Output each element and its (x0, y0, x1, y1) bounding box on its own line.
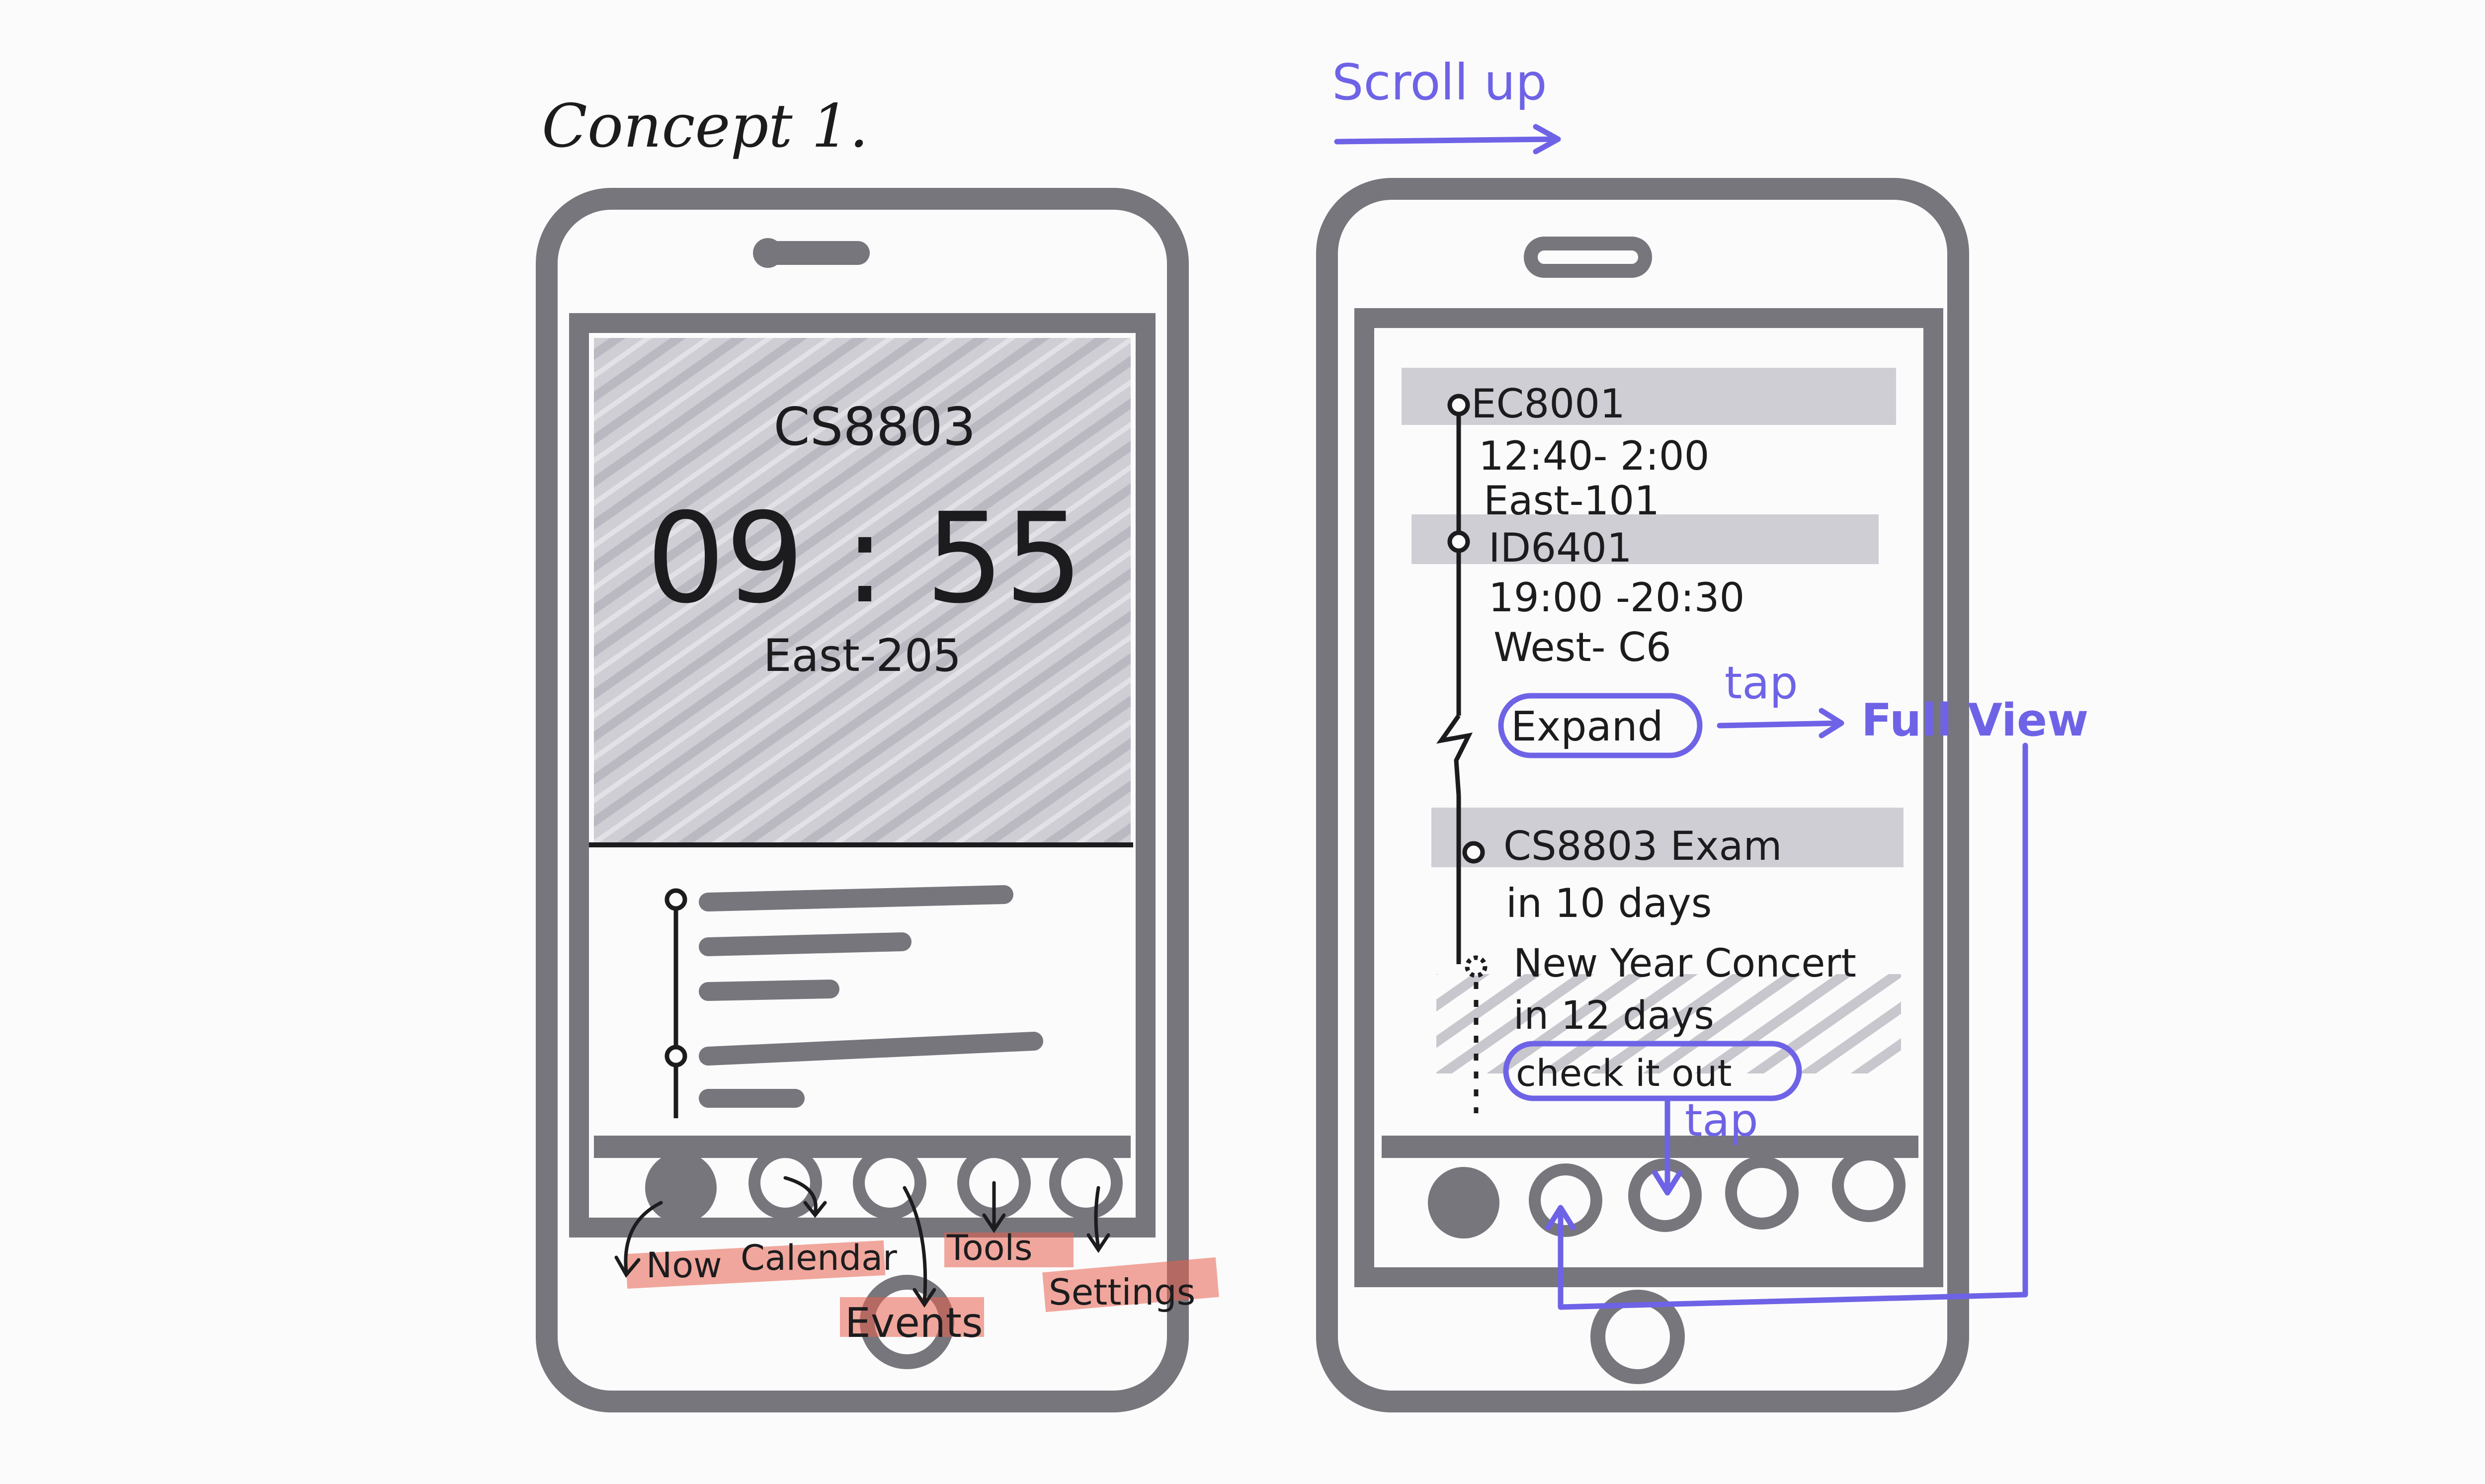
schedule-time: 12:40- 2:00 (1479, 433, 1710, 479)
phone-right: EC8001 12:40- 2:00 East-101 ID6401 19:00… (1316, 178, 1969, 1412)
timeline-node (1465, 955, 1488, 978)
tab-tools[interactable] (1725, 1156, 1799, 1230)
timeline-line (699, 1032, 1043, 1066)
annotations: Scroll up tap Full View tap (1332, 53, 2088, 1310)
tab-label-events: Events (845, 1300, 983, 1347)
tab-settings[interactable] (1832, 1149, 1905, 1222)
tab-label-settings: Settings (1049, 1271, 1195, 1313)
timeline-break (1436, 714, 1473, 796)
schedule-room: East-101 (1484, 478, 1659, 524)
schedule-time: 19:00 -20:30 (1489, 575, 1744, 621)
timeline-node (1447, 530, 1470, 553)
tab-label-now: Now (646, 1245, 722, 1286)
tap-expand-annotation: tap (1725, 657, 1798, 709)
timeline-node (1447, 394, 1470, 416)
timeline-line (699, 932, 911, 956)
tab-calendar[interactable] (1529, 1163, 1602, 1237)
concept-title: Concept 1. (542, 92, 868, 161)
full-view-annotation: Full View (1861, 694, 2088, 746)
scroll-up-annotation: Scroll up (1332, 53, 1547, 111)
tab-label-tools: Tools (946, 1228, 1032, 1268)
tab-bar (645, 1146, 1123, 1224)
expand-arrow (1717, 720, 1842, 729)
schedule-course: EC8001 (1471, 381, 1625, 427)
sketch-canvas: Concept 1. CS8803 09 : 55 East-205 Now C… (536, 53, 2088, 1412)
tab-now[interactable] (645, 1152, 717, 1224)
check-it-out-label: check it out (1516, 1052, 1732, 1095)
scroll-arrow (1334, 136, 1559, 145)
speaker (1524, 237, 1652, 278)
timeline-node (664, 888, 687, 911)
phone-left: CS8803 09 : 55 East-205 Now Calendar Eve… (536, 188, 1219, 1412)
mini-timeline (664, 885, 1043, 1118)
event-title: New Year Concert (1513, 941, 1856, 986)
timeline-line (699, 980, 839, 1001)
timeline-node (664, 1045, 687, 1068)
tap-check-annotation: tap (1685, 1094, 1758, 1147)
tab-settings[interactable] (1049, 1146, 1123, 1220)
event-when: in 12 days (1513, 993, 1714, 1038)
schedule-room: West- C6 (1493, 624, 1671, 670)
home-button[interactable] (1590, 1290, 1685, 1384)
camera-dot (753, 238, 783, 268)
tab-now[interactable] (1428, 1167, 1499, 1238)
tab-label-calendar: Calendar (741, 1237, 897, 1278)
tab-bar-top (1382, 1136, 1918, 1158)
schedule-course: ID6401 (1489, 525, 1632, 571)
timeline-node (1462, 841, 1485, 864)
event-title: CS8803 Exam (1503, 823, 1782, 869)
event-when: in 10 days (1506, 880, 1712, 926)
timeline-line (699, 885, 1013, 911)
hero-location: East-205 (763, 630, 961, 682)
hero-time: 09 : 55 (646, 486, 1083, 631)
expand-label: Expand (1511, 703, 1663, 750)
event-item[interactable]: CS8803 Exam in 10 days (1503, 823, 1782, 926)
hero-course: CS8803 (773, 397, 976, 457)
